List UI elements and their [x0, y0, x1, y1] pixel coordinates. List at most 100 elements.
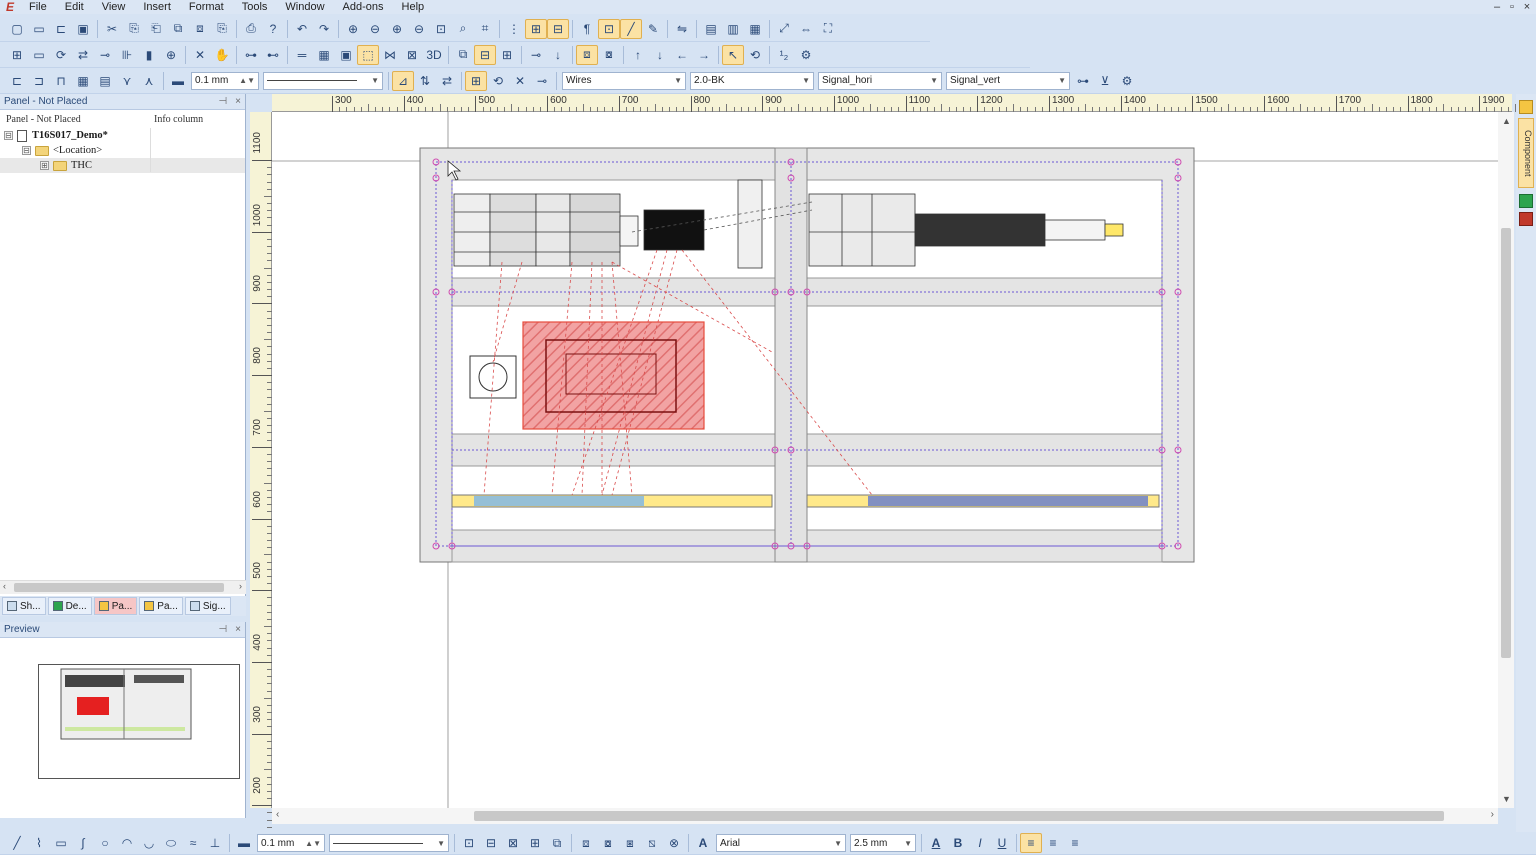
tree-node[interactable]: ⊟ T16S017_Demo*: [0, 128, 245, 143]
grid-icon[interactable]: ▦: [72, 71, 94, 91]
zoom-minus-icon[interactable]: ⊖: [408, 19, 430, 39]
device-active-icon[interactable]: ⬚: [357, 44, 379, 65]
symbol-icon[interactable]: ⊠: [401, 45, 423, 65]
flip2-icon[interactable]: ⇄: [72, 45, 94, 65]
fit-all-icon[interactable]: ⛶: [817, 19, 839, 39]
open-icon[interactable]: ▭: [28, 19, 50, 39]
align-text-center-icon[interactable]: ≡: [1042, 833, 1064, 853]
freehand-tool-icon[interactable]: ≈: [182, 833, 204, 853]
zoom-plus-icon[interactable]: ⊕: [386, 19, 408, 39]
mount2-icon[interactable]: ⊞: [496, 45, 518, 65]
snap2-icon[interactable]: ⊟: [547, 18, 569, 39]
refresh-icon[interactable]: ⟲: [744, 45, 766, 65]
number-icon[interactable]: ¹₂: [773, 45, 795, 65]
close-window-button[interactable]: ×: [1520, 0, 1534, 14]
horizontal-scroll-thumb[interactable]: [474, 811, 1444, 821]
link-icon[interactable]: ⊸: [525, 45, 547, 65]
align-text-left-icon[interactable]: ≡: [1020, 833, 1042, 853]
align-text-right-icon[interactable]: ≡: [1064, 833, 1086, 853]
drawing-canvas[interactable]: [272, 112, 1498, 808]
tree-node[interactable]: ⊟ <Location>: [0, 143, 245, 158]
font-combo[interactable]: Arial ▼: [716, 834, 846, 852]
line-type-combo[interactable]: ▼: [263, 71, 383, 90]
line-style-icon[interactable]: ▬: [167, 71, 189, 91]
delete-icon[interactable]: ✕: [189, 45, 211, 65]
wire-link-icon[interactable]: ⊸: [531, 71, 553, 91]
fit-width-icon[interactable]: ⇔: [795, 19, 817, 39]
tree-toggle-icon[interactable]: ⊞: [40, 161, 49, 170]
menu-addons[interactable]: Add-ons: [334, 0, 393, 14]
fork-icon[interactable]: ⋏: [138, 71, 160, 91]
pointer-icon[interactable]: ↖: [722, 44, 744, 65]
route2-icon[interactable]: ⇄: [436, 71, 458, 91]
delete-graphic-icon[interactable]: ⊗: [663, 833, 685, 853]
scroll-left-icon[interactable]: ‹: [3, 581, 6, 591]
component-tab[interactable]: Component: [1518, 118, 1534, 188]
arrow-left-icon[interactable]: ←: [671, 45, 693, 65]
duct-icon[interactable]: ▦: [313, 45, 335, 65]
select-group-icon[interactable]: ⊠: [502, 833, 524, 853]
connect-icon[interactable]: ⊸: [94, 45, 116, 65]
bring-front-icon[interactable]: ⧈: [575, 833, 597, 853]
preview-close-icon[interactable]: ×: [235, 624, 241, 635]
bottom-line-width-combo[interactable]: 0.1 mm ▲▼: [257, 834, 325, 852]
mount-icon[interactable]: ⊟: [474, 44, 496, 65]
green-dock-icon[interactable]: [1519, 194, 1533, 208]
scroll-up-icon[interactable]: ▲: [1502, 116, 1511, 126]
left-scroll-thumb[interactable]: [14, 583, 224, 592]
wire-bundle-icon[interactable]: ⊞: [465, 70, 487, 91]
signal-place-icon[interactable]: ⊶: [1072, 71, 1094, 91]
underline-button[interactable]: U: [991, 833, 1013, 853]
bold-button[interactable]: B: [947, 833, 969, 853]
layout-icon[interactable]: ▤: [700, 19, 722, 39]
undo-icon[interactable]: ↶: [291, 19, 313, 39]
menu-edit[interactable]: Edit: [56, 0, 93, 14]
tree-toggle-icon[interactable]: ⊟: [22, 146, 31, 155]
menu-format[interactable]: Format: [180, 0, 233, 14]
cable2-icon[interactable]: ⊷: [262, 45, 284, 65]
open-folder-icon[interactable]: ⊏: [50, 19, 72, 39]
zoom-in-icon[interactable]: ⊕: [342, 19, 364, 39]
minimize-button[interactable]: –: [1490, 0, 1504, 14]
cable-icon[interactable]: ⊶: [240, 45, 262, 65]
send-back-icon[interactable]: ⧇: [597, 833, 619, 853]
arrow-up-icon[interactable]: ↑: [627, 45, 649, 65]
fit-page-icon[interactable]: ⤢: [773, 19, 795, 39]
left-tab-4[interactable]: Sig...: [184, 597, 231, 615]
vertical-scroll-thumb[interactable]: [1501, 228, 1511, 658]
signal-hori-combo[interactable]: Signal_hori ▼: [818, 71, 942, 90]
arc-tool-icon[interactable]: ◠: [116, 833, 138, 853]
line-width-combo[interactable]: 0.1 mm ▲▼: [191, 71, 259, 90]
signal-settings-icon[interactable]: ⚙: [1116, 71, 1138, 91]
edit-icon[interactable]: ✎: [642, 19, 664, 39]
terminal-icon[interactable]: ⊪: [116, 45, 138, 65]
new-file-icon[interactable]: ▢: [6, 19, 28, 39]
select-area-icon[interactable]: ⊞: [524, 833, 546, 853]
arc2-tool-icon[interactable]: ◡: [138, 833, 160, 853]
wire-cross-icon[interactable]: ✕: [509, 71, 531, 91]
cross-icon[interactable]: ⊕: [160, 45, 182, 65]
bring-forward-icon[interactable]: ⧆: [619, 833, 641, 853]
scroll-right-canvas-icon[interactable]: ›: [1491, 809, 1494, 820]
scroll-left-canvas-icon[interactable]: ‹: [276, 809, 279, 820]
duplicate-icon[interactable]: ⧈: [189, 19, 211, 39]
layer2-icon[interactable]: ⧇: [598, 45, 620, 65]
send-backward-icon[interactable]: ⧅: [641, 833, 663, 853]
paragraph-icon[interactable]: ¶: [576, 19, 598, 39]
zoom-out-icon[interactable]: ⊖: [364, 19, 386, 39]
red-dock-icon[interactable]: [1519, 212, 1533, 226]
canvas-vertical-scrollbar[interactable]: ▲ ▼: [1498, 112, 1514, 808]
copy3-icon[interactable]: ⎘: [211, 19, 233, 39]
line-tool-icon[interactable]: ╱: [6, 833, 28, 853]
select-icon[interactable]: ⊡: [598, 18, 620, 39]
ellipse-tool-icon[interactable]: ⬭: [160, 833, 182, 853]
close-panel-icon[interactable]: ×: [235, 96, 241, 107]
panel-insert-icon[interactable]: ⊞: [6, 45, 28, 65]
signal-split-icon[interactable]: ⊻: [1094, 71, 1116, 91]
align-top-icon[interactable]: ⊓: [50, 71, 72, 91]
cut-icon[interactable]: ✂: [101, 19, 123, 39]
polyline-tool-icon[interactable]: ⌇: [28, 833, 50, 853]
tree-toggle-icon[interactable]: ⊟: [4, 131, 13, 140]
paste2-icon[interactable]: ⧉: [167, 19, 189, 39]
copy-icon[interactable]: ⎘: [123, 19, 145, 39]
